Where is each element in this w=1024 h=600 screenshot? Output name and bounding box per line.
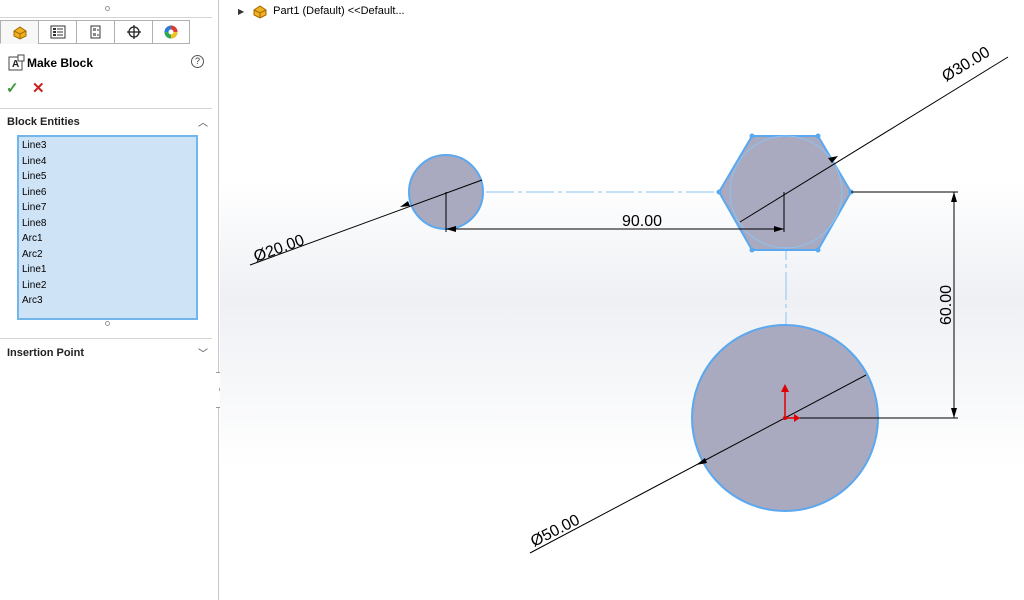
configuration-icon <box>90 25 100 39</box>
part-icon <box>253 5 267 19</box>
tab-configuration-manager[interactable] <box>76 20 114 44</box>
part-icon <box>13 26 26 40</box>
list-item[interactable]: Arc2 <box>22 247 196 263</box>
chevron-down-icon[interactable]: ﹀ <box>198 345 208 360</box>
list-item[interactable]: Arc3 <box>22 293 196 309</box>
cancel-button[interactable]: ✕ <box>32 79 45 97</box>
property-list-icon <box>50 25 65 39</box>
tab-display-manager[interactable] <box>152 20 190 44</box>
tab-feature-manager[interactable] <box>0 20 38 44</box>
breadcrumb[interactable]: ▶ Part1 (Default) <<Default... <box>238 3 405 19</box>
list-item[interactable]: Arc1 <box>22 231 196 247</box>
tab-property-manager[interactable] <box>38 20 76 44</box>
block-entities-header[interactable]: Block Entities <box>7 116 80 128</box>
divider <box>0 338 212 339</box>
block-entities-list[interactable]: Line3 Line4 Line5 Line6 Line7 Line8 Arc1… <box>17 135 198 320</box>
graphics-area[interactable] <box>220 0 1024 600</box>
list-item[interactable]: Line2 <box>22 278 196 294</box>
chevron-up-icon[interactable]: ︿ <box>198 114 208 129</box>
list-item[interactable]: Line7 <box>22 200 196 216</box>
page-title: Make Block <box>27 56 94 70</box>
list-item[interactable]: Line6 <box>22 185 196 201</box>
appearance-icon <box>164 25 178 39</box>
make-block-icon: A <box>8 54 25 71</box>
divider <box>0 108 212 109</box>
list-item[interactable]: Line8 <box>22 216 196 232</box>
divider <box>0 17 212 18</box>
ok-button[interactable]: ✓ <box>6 79 19 97</box>
panel-resize-grip[interactable] <box>105 6 110 11</box>
list-item[interactable]: Line1 <box>22 262 196 278</box>
list-item[interactable]: Line5 <box>22 169 196 185</box>
expand-arrow-icon[interactable]: ▶ <box>238 7 244 16</box>
insertion-point-header[interactable]: Insertion Point <box>7 347 84 359</box>
list-resize-grip[interactable] <box>105 321 110 326</box>
help-icon[interactable]: ? <box>191 55 204 68</box>
crosshair-icon <box>126 25 141 39</box>
tab-dimxpert-manager[interactable] <box>114 20 152 44</box>
manager-tabs <box>0 20 198 45</box>
list-item[interactable]: Line4 <box>22 154 196 170</box>
breadcrumb-text: Part1 (Default) <<Default... <box>273 5 405 17</box>
list-item[interactable]: Line3 <box>22 138 196 154</box>
property-manager-panel: A Make Block ? ✓ ✕ Block Entities ︿ Line… <box>0 0 219 600</box>
